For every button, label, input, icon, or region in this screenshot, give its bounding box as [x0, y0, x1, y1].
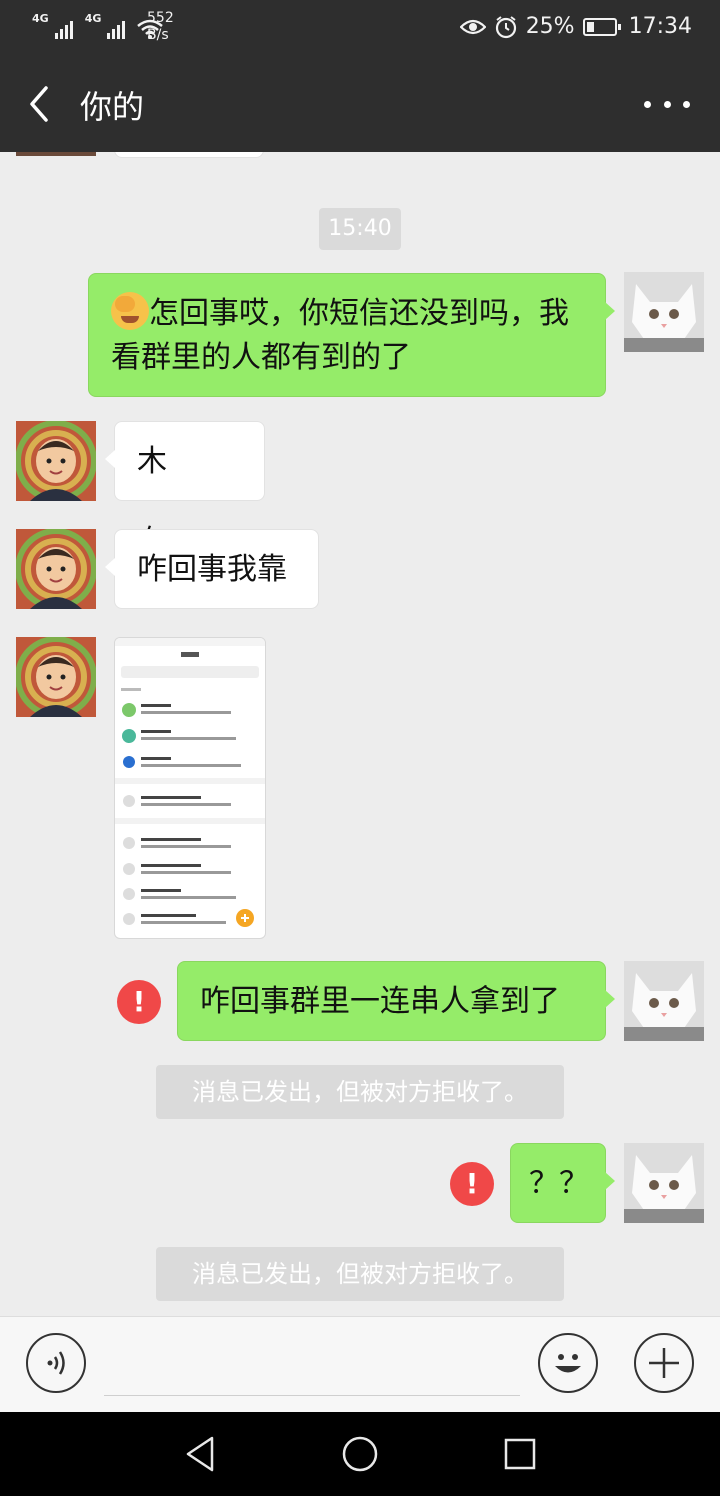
- battery-icon: [582, 17, 621, 36]
- signal-icon-1: [54, 21, 73, 39]
- message-text: 咋回事我靠: [137, 552, 287, 587]
- battery-percent: 25%: [525, 14, 575, 39]
- alarm-icon: [495, 15, 516, 38]
- message-bubble-received[interactable]: 咋回事我靠: [105, 529, 319, 609]
- network-type-1: 4G: [32, 12, 49, 25]
- chat-title: 你的: [80, 88, 145, 126]
- signal-icon-2: [107, 21, 126, 39]
- avatar-contact[interactable]: [16, 637, 96, 717]
- network-speed-unit: B/s: [147, 27, 169, 43]
- nav-home-icon[interactable]: [340, 1434, 380, 1474]
- eye-icon: [459, 19, 486, 34]
- system-notice: 消息已发出，但被对方拒收了。: [156, 1247, 564, 1301]
- message-bubble-sent[interactable]: ？？: [510, 1143, 615, 1223]
- network-speed: 552 B/s: [147, 10, 174, 44]
- network-speed-value: 552: [147, 10, 174, 26]
- message-text: ？？: [529, 1166, 589, 1201]
- title-bar: 你的: [0, 56, 720, 152]
- status-bar: 4G 4G 552 B/s 25% 17:34: [0, 0, 720, 56]
- message-bubble-sent[interactable]: 怎回事哎，你短信还没到吗，我看群里的人都有到的了: [88, 273, 615, 397]
- nav-recents-icon[interactable]: [502, 1436, 538, 1472]
- previous-message-bubble[interactable]: [114, 152, 264, 158]
- avatar-contact[interactable]: [16, 152, 96, 156]
- nav-back-icon[interactable]: [182, 1434, 218, 1474]
- voice-icon[interactable]: [26, 1333, 86, 1393]
- send-failed-icon[interactable]: !: [117, 980, 161, 1024]
- message-input[interactable]: [104, 1395, 520, 1396]
- avatar-self[interactable]: [624, 961, 704, 1041]
- image-message-thumbnail[interactable]: [114, 637, 266, 939]
- plus-icon[interactable]: [634, 1333, 694, 1393]
- avatar-self[interactable]: [624, 1143, 704, 1223]
- facepalm-emoji-icon: [111, 292, 149, 330]
- more-options-icon[interactable]: [644, 86, 690, 122]
- message-text: 咋回事群里一连串人拿到了: [200, 984, 560, 1019]
- message-bubble-sent[interactable]: 咋回事群里一连串人拿到了: [177, 961, 615, 1041]
- message-timestamp: 15:40: [319, 208, 401, 250]
- network-type-2: 4G: [84, 12, 102, 25]
- message-bubble-received[interactable]: 木有……: [105, 421, 265, 559]
- emoji-icon[interactable]: [538, 1333, 598, 1393]
- clock: 17:34: [628, 14, 692, 39]
- avatar-self[interactable]: [624, 272, 704, 352]
- message-text: 怎回事哎，你短信还没到吗，我看群里的人都有到的了: [111, 296, 569, 375]
- system-notice: 消息已发出，但被对方拒收了。: [156, 1065, 564, 1119]
- send-failed-icon[interactable]: !: [450, 1162, 494, 1206]
- avatar-contact[interactable]: [16, 529, 96, 609]
- chat-area[interactable]: 15:40 怎回事哎，你短信还没到吗，我看群里的人都有到的了 木有: [0, 152, 720, 1316]
- input-bar: [0, 1316, 720, 1413]
- avatar-contact[interactable]: [16, 421, 96, 501]
- back-arrow-icon[interactable]: [22, 80, 62, 128]
- system-nav-bar: [0, 1412, 720, 1496]
